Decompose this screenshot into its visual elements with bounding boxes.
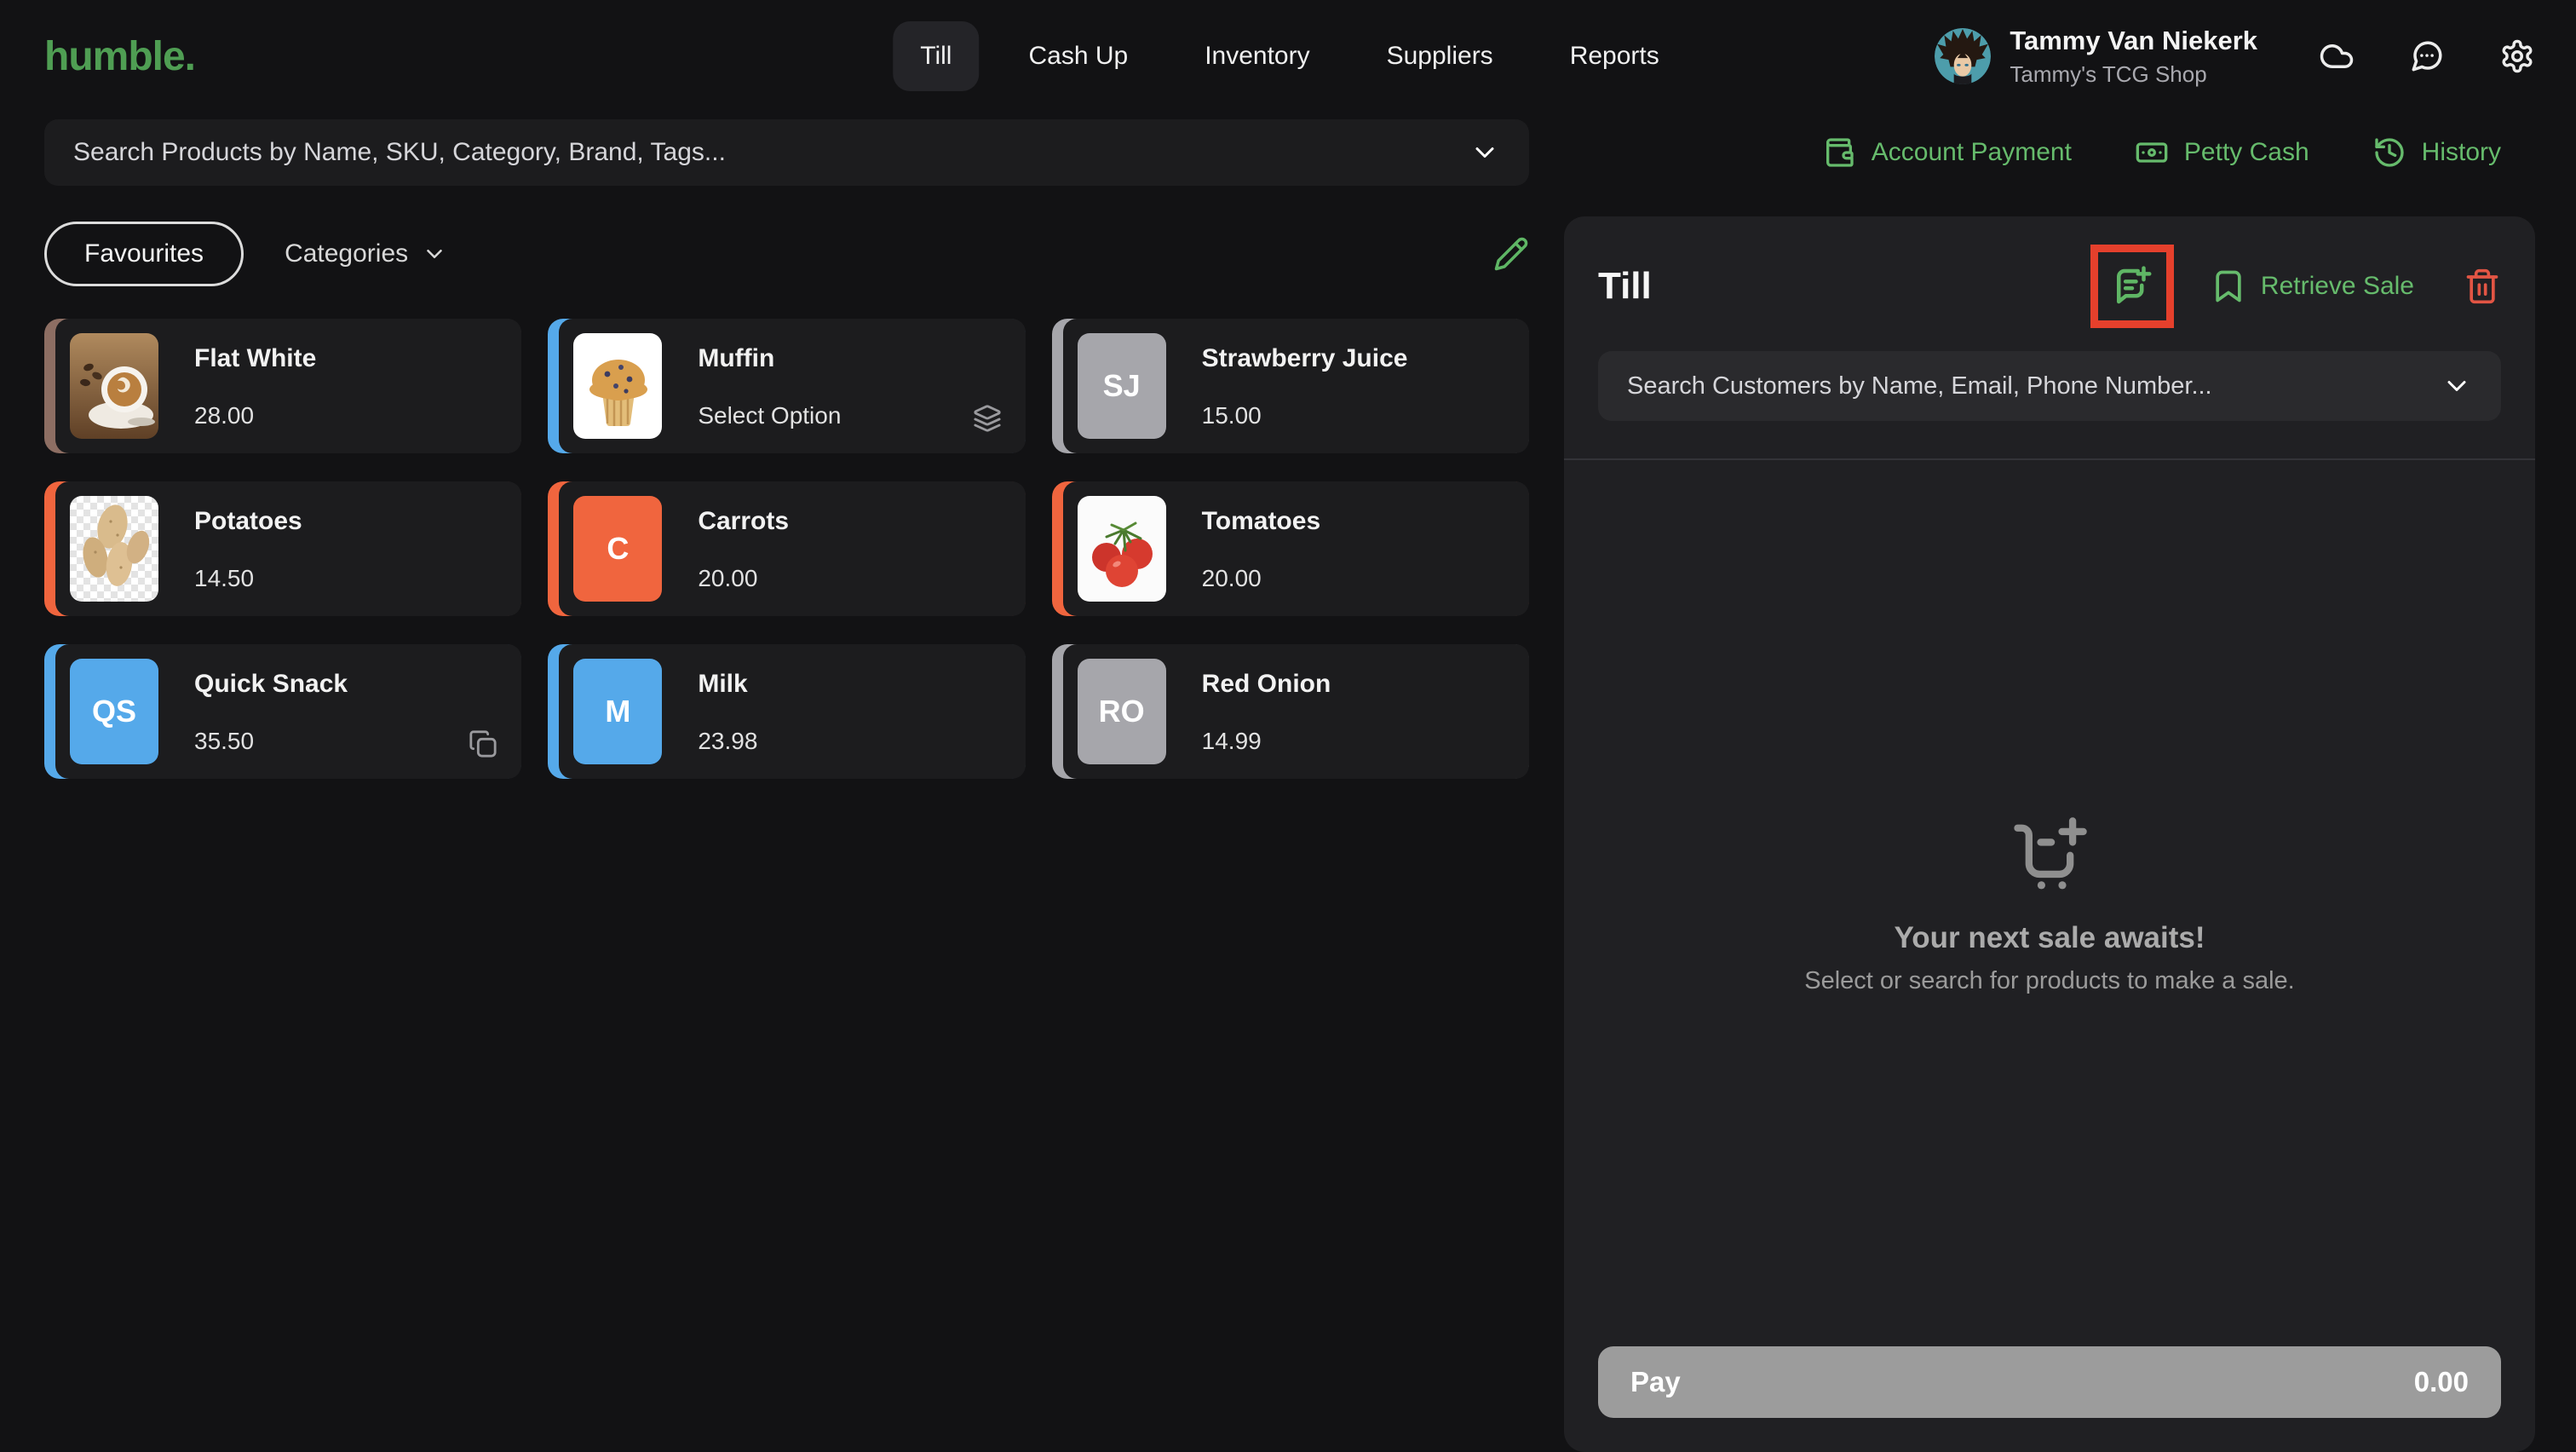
- add-note-button[interactable]: [2109, 263, 2155, 309]
- user-store: Tammy's TCG Shop: [2010, 60, 2207, 87]
- product-price: 15.00: [1201, 402, 1262, 429]
- product-name: Tomatoes: [1201, 507, 1321, 535]
- cart-plus-icon: [2014, 816, 2087, 889]
- empty-state-subtitle: Select or search for products to make a …: [1804, 966, 2295, 994]
- product-name: Muffin: [698, 344, 775, 372]
- pos-app: humble. Till Cash Up Inventory Suppliers…: [0, 0, 2576, 1452]
- product-image-coffee: [70, 333, 158, 439]
- product-name: Potatoes: [194, 507, 302, 535]
- product-name: Flat White: [194, 344, 317, 372]
- pencil-icon: [1494, 237, 1528, 271]
- wallet-icon: [1826, 138, 1854, 167]
- history-icon: [2374, 138, 2404, 167]
- avatar: [1935, 28, 1992, 84]
- petty-cash-button[interactable]: Petty Cash: [2135, 135, 2309, 170]
- product-initials-tile: C: [573, 496, 663, 602]
- customer-search: [1598, 351, 2501, 421]
- banknote-icon: [2136, 142, 2168, 163]
- product-initials-tile: SJ: [1077, 333, 1166, 439]
- petty-cash-label: Petty Cash: [2183, 138, 2309, 166]
- product-name: Carrots: [698, 507, 790, 535]
- user-texts: Tammy Van Niekerk Tammy's TCG Shop: [2010, 26, 2257, 88]
- annotation-highlight: [2090, 245, 2174, 328]
- app-logo: humble.: [44, 33, 196, 79]
- product-name: Milk: [698, 670, 748, 698]
- product-price: 28.00: [194, 402, 255, 429]
- product-price: Select Option: [698, 402, 842, 429]
- tab-suppliers[interactable]: Suppliers: [1360, 21, 1521, 91]
- product-image-tomatoes: [1077, 496, 1166, 602]
- empty-state-title: Your next sale awaits!: [1894, 920, 2205, 954]
- categories-label: Categories: [285, 239, 409, 268]
- product-price: 23.98: [698, 728, 758, 754]
- layers-icon: [973, 404, 1002, 433]
- tab-reports[interactable]: Reports: [1543, 21, 1687, 91]
- pay-amount: 0.00: [2413, 1366, 2469, 1397]
- product-name: Quick Snack: [194, 670, 348, 698]
- edit-layout-button[interactable]: [1493, 236, 1529, 272]
- trash-icon: [2466, 268, 2498, 304]
- product-card-carrots[interactable]: C Carrots 20.00: [548, 481, 1026, 616]
- till-panel: Till Retrieve Sale Search Customers by N…: [1564, 216, 2535, 1452]
- retrieve-sale-button[interactable]: Retrieve Sale: [2210, 268, 2414, 305]
- pay-label: Pay: [1630, 1366, 1681, 1397]
- customer-search-input[interactable]: [1627, 372, 2441, 400]
- tab-inventory[interactable]: Inventory: [1177, 21, 1337, 91]
- product-card-strawberry-juice[interactable]: SJ Strawberry Juice 15.00: [1051, 319, 1529, 453]
- product-initials-tile: RO: [1077, 659, 1166, 764]
- account-payment-label: Account Payment: [1871, 138, 2072, 166]
- quick-actions: Account Payment Petty Cash History: [1564, 119, 2501, 186]
- copy-icon: [469, 729, 497, 758]
- product-price: 20.00: [698, 565, 758, 591]
- product-card-tomatoes[interactable]: Tomatoes 20.00: [1051, 481, 1529, 616]
- chevron-down-icon[interactable]: [2441, 371, 2472, 401]
- product-price: 14.50: [194, 565, 255, 591]
- tab-till[interactable]: Till: [893, 21, 980, 91]
- history-label: History: [2421, 138, 2501, 166]
- pay-button[interactable]: Pay 0.00: [1598, 1346, 2501, 1418]
- product-price: 35.50: [194, 728, 255, 754]
- clear-sale-button[interactable]: [2464, 268, 2501, 305]
- product-image-muffin: [573, 333, 663, 439]
- product-price: 20.00: [1201, 565, 1262, 591]
- tab-cash-up[interactable]: Cash Up: [1001, 21, 1155, 91]
- product-name: Red Onion: [1201, 670, 1331, 698]
- product-price: 14.99: [1201, 728, 1262, 754]
- product-card-potatoes[interactable]: Potatoes 14.50: [44, 481, 522, 616]
- user-menu[interactable]: Tammy Van Niekerk Tammy's TCG Shop: [1935, 26, 2257, 88]
- product-card-red-onion[interactable]: RO Red Onion 14.99: [1051, 644, 1529, 779]
- filter-row: Favourites Categories: [44, 222, 1529, 286]
- categories-dropdown[interactable]: Categories: [285, 239, 447, 268]
- favourites-filter[interactable]: Favourites: [44, 222, 244, 286]
- user-name: Tammy Van Niekerk: [2010, 25, 2257, 55]
- product-initials-tile: QS: [70, 659, 158, 764]
- top-bar: humble. Till Cash Up Inventory Suppliers…: [44, 0, 2535, 112]
- empty-sale-state: Your next sale awaits! Select or search …: [1598, 460, 2501, 1346]
- product-grid: Flat White 28.00 Muffin Select Option SJ…: [44, 319, 1529, 779]
- chevron-down-icon[interactable]: [1469, 137, 1500, 168]
- main-nav: Till Cash Up Inventory Suppliers Reports: [893, 21, 1686, 91]
- product-search-input[interactable]: [73, 138, 1469, 167]
- till-panel-header: Till Retrieve Sale: [1598, 242, 2501, 331]
- product-card-quick-snack[interactable]: QS Quick Snack 35.50: [44, 644, 522, 779]
- product-card-milk[interactable]: M Milk 23.98: [548, 644, 1026, 779]
- chat-icon[interactable]: [2409, 38, 2445, 74]
- product-image-potatoes: [70, 496, 158, 602]
- product-card-flat-white[interactable]: Flat White 28.00: [44, 319, 522, 453]
- top-bar-icons: [2319, 38, 2535, 74]
- till-header-actions: Retrieve Sale: [2090, 245, 2501, 328]
- bookmark-icon: [2216, 270, 2241, 302]
- account-payment-button[interactable]: Account Payment: [1822, 135, 2072, 170]
- chevron-down-icon: [427, 250, 442, 258]
- add-note-icon: [2116, 266, 2152, 304]
- product-card-muffin[interactable]: Muffin Select Option: [548, 319, 1026, 453]
- cloud-icon[interactable]: [2319, 38, 2355, 74]
- product-name: Strawberry Juice: [1201, 344, 1408, 372]
- till-title: Till: [1598, 265, 1652, 307]
- gear-icon[interactable]: [2499, 38, 2535, 74]
- product-initials-tile: M: [573, 659, 663, 764]
- product-search: [44, 119, 1529, 186]
- retrieve-sale-label: Retrieve Sale: [2260, 272, 2414, 300]
- history-button[interactable]: History: [2372, 135, 2501, 170]
